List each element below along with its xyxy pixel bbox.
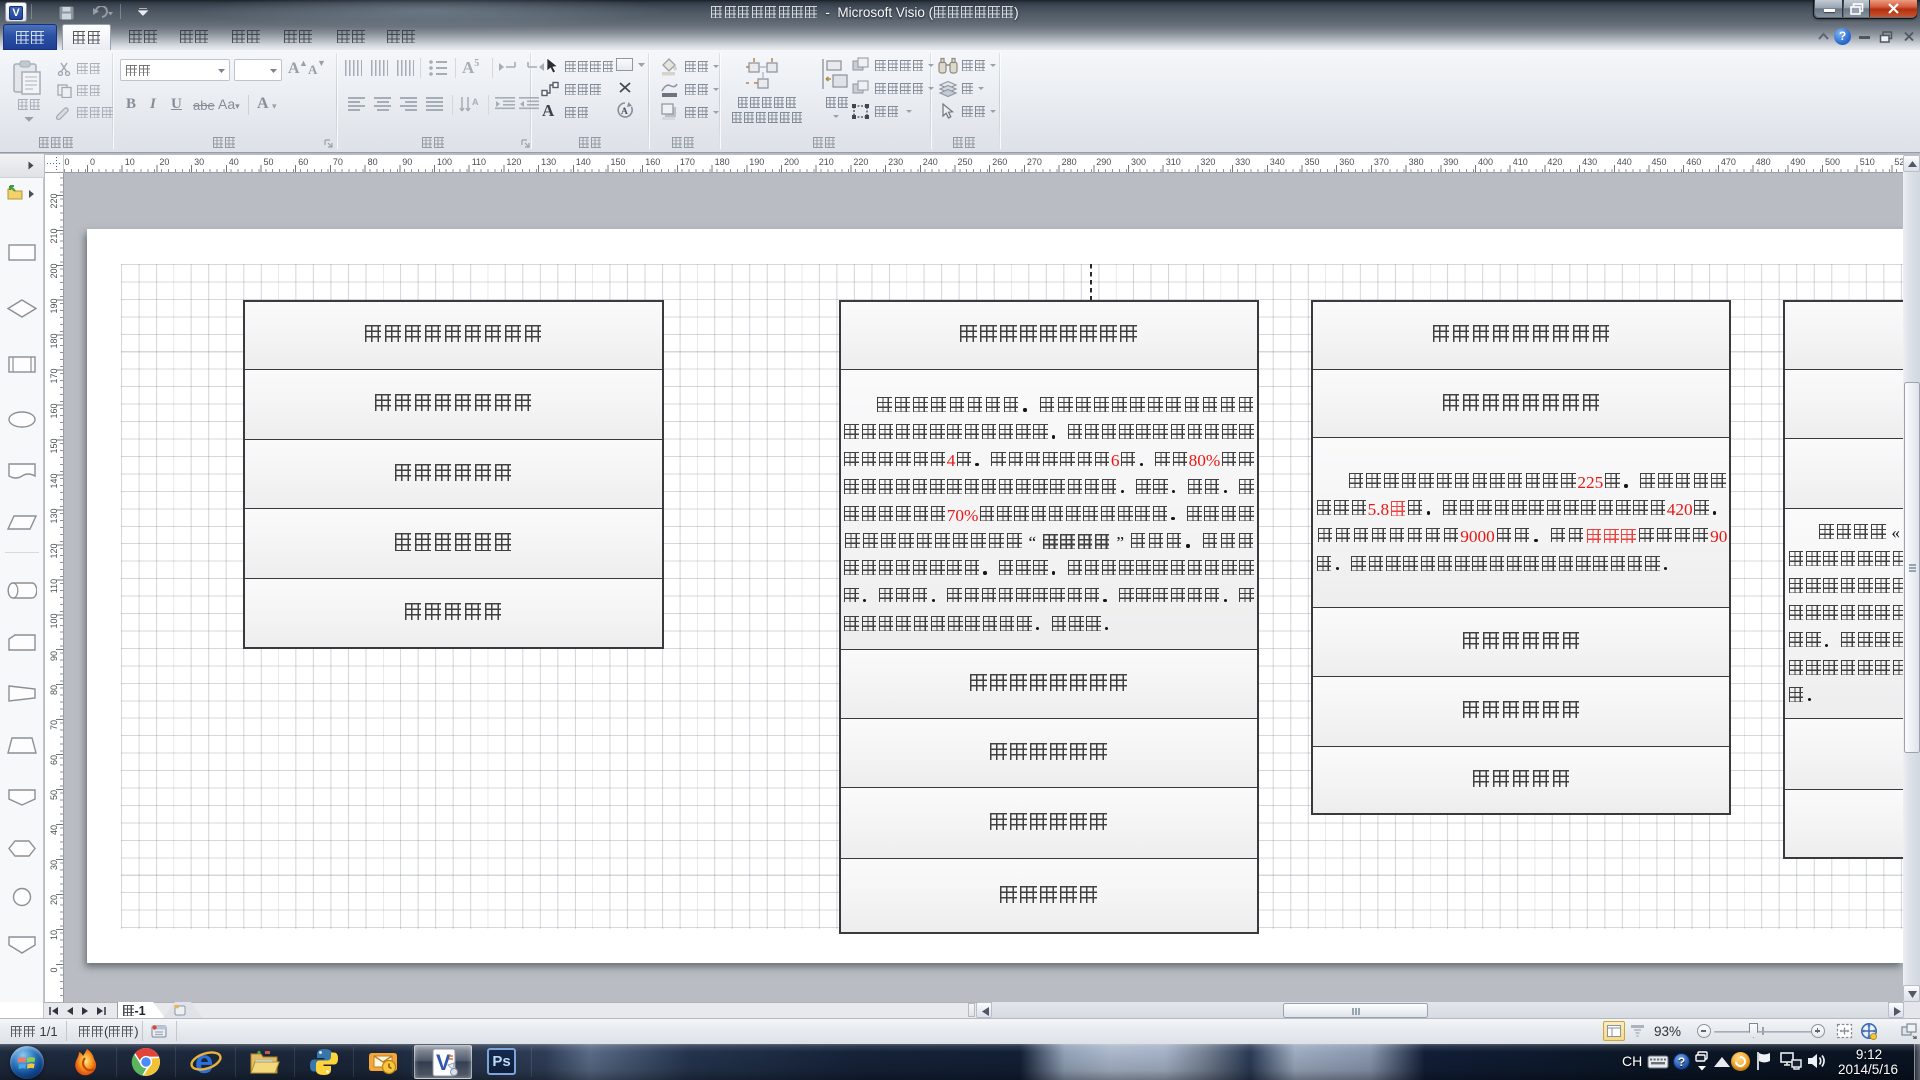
- svg-text:V: V: [436, 1050, 451, 1075]
- svg-text:A: A: [621, 107, 628, 117]
- svg-text:A: A: [472, 97, 479, 107]
- svg-text:e: e: [195, 1045, 213, 1079]
